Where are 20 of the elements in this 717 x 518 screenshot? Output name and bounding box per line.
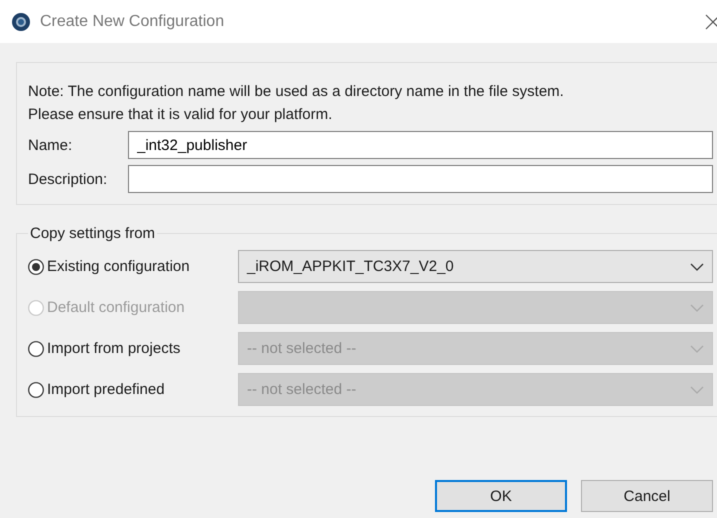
caret-icon xyxy=(690,304,704,312)
text-field[interactable] xyxy=(128,165,713,193)
text-field[interactable]: _int32_publisher xyxy=(128,131,713,159)
note-text: Note: The configuration name will be used as a directory name in the file system. xyxy=(28,82,565,102)
radio-button[interactable]: Import from projects xyxy=(28,340,238,357)
dialog-button[interactable]: OK xyxy=(435,480,567,512)
window-title: Create New Configuration xyxy=(40,12,224,30)
radio-button[interactable]: Import predefined xyxy=(28,381,238,398)
caret-icon xyxy=(690,386,704,394)
group-title: Copy settings from xyxy=(29,225,156,242)
field-label: Name: xyxy=(28,136,74,154)
app-logo-icon xyxy=(12,12,30,30)
field-label: Description: xyxy=(28,170,108,188)
dropdown[interactable]: _iROM_APPKIT_TC3X7_V2_0 xyxy=(238,250,713,283)
caret-icon xyxy=(690,262,704,270)
caret-icon xyxy=(690,344,704,352)
note-text: Please ensure that it is valid for your platform. xyxy=(28,105,334,125)
dialog-button[interactable]: Cancel xyxy=(581,480,713,512)
close-icon[interactable] xyxy=(705,14,717,30)
radio-button[interactable]: Existing configuration xyxy=(28,258,238,275)
